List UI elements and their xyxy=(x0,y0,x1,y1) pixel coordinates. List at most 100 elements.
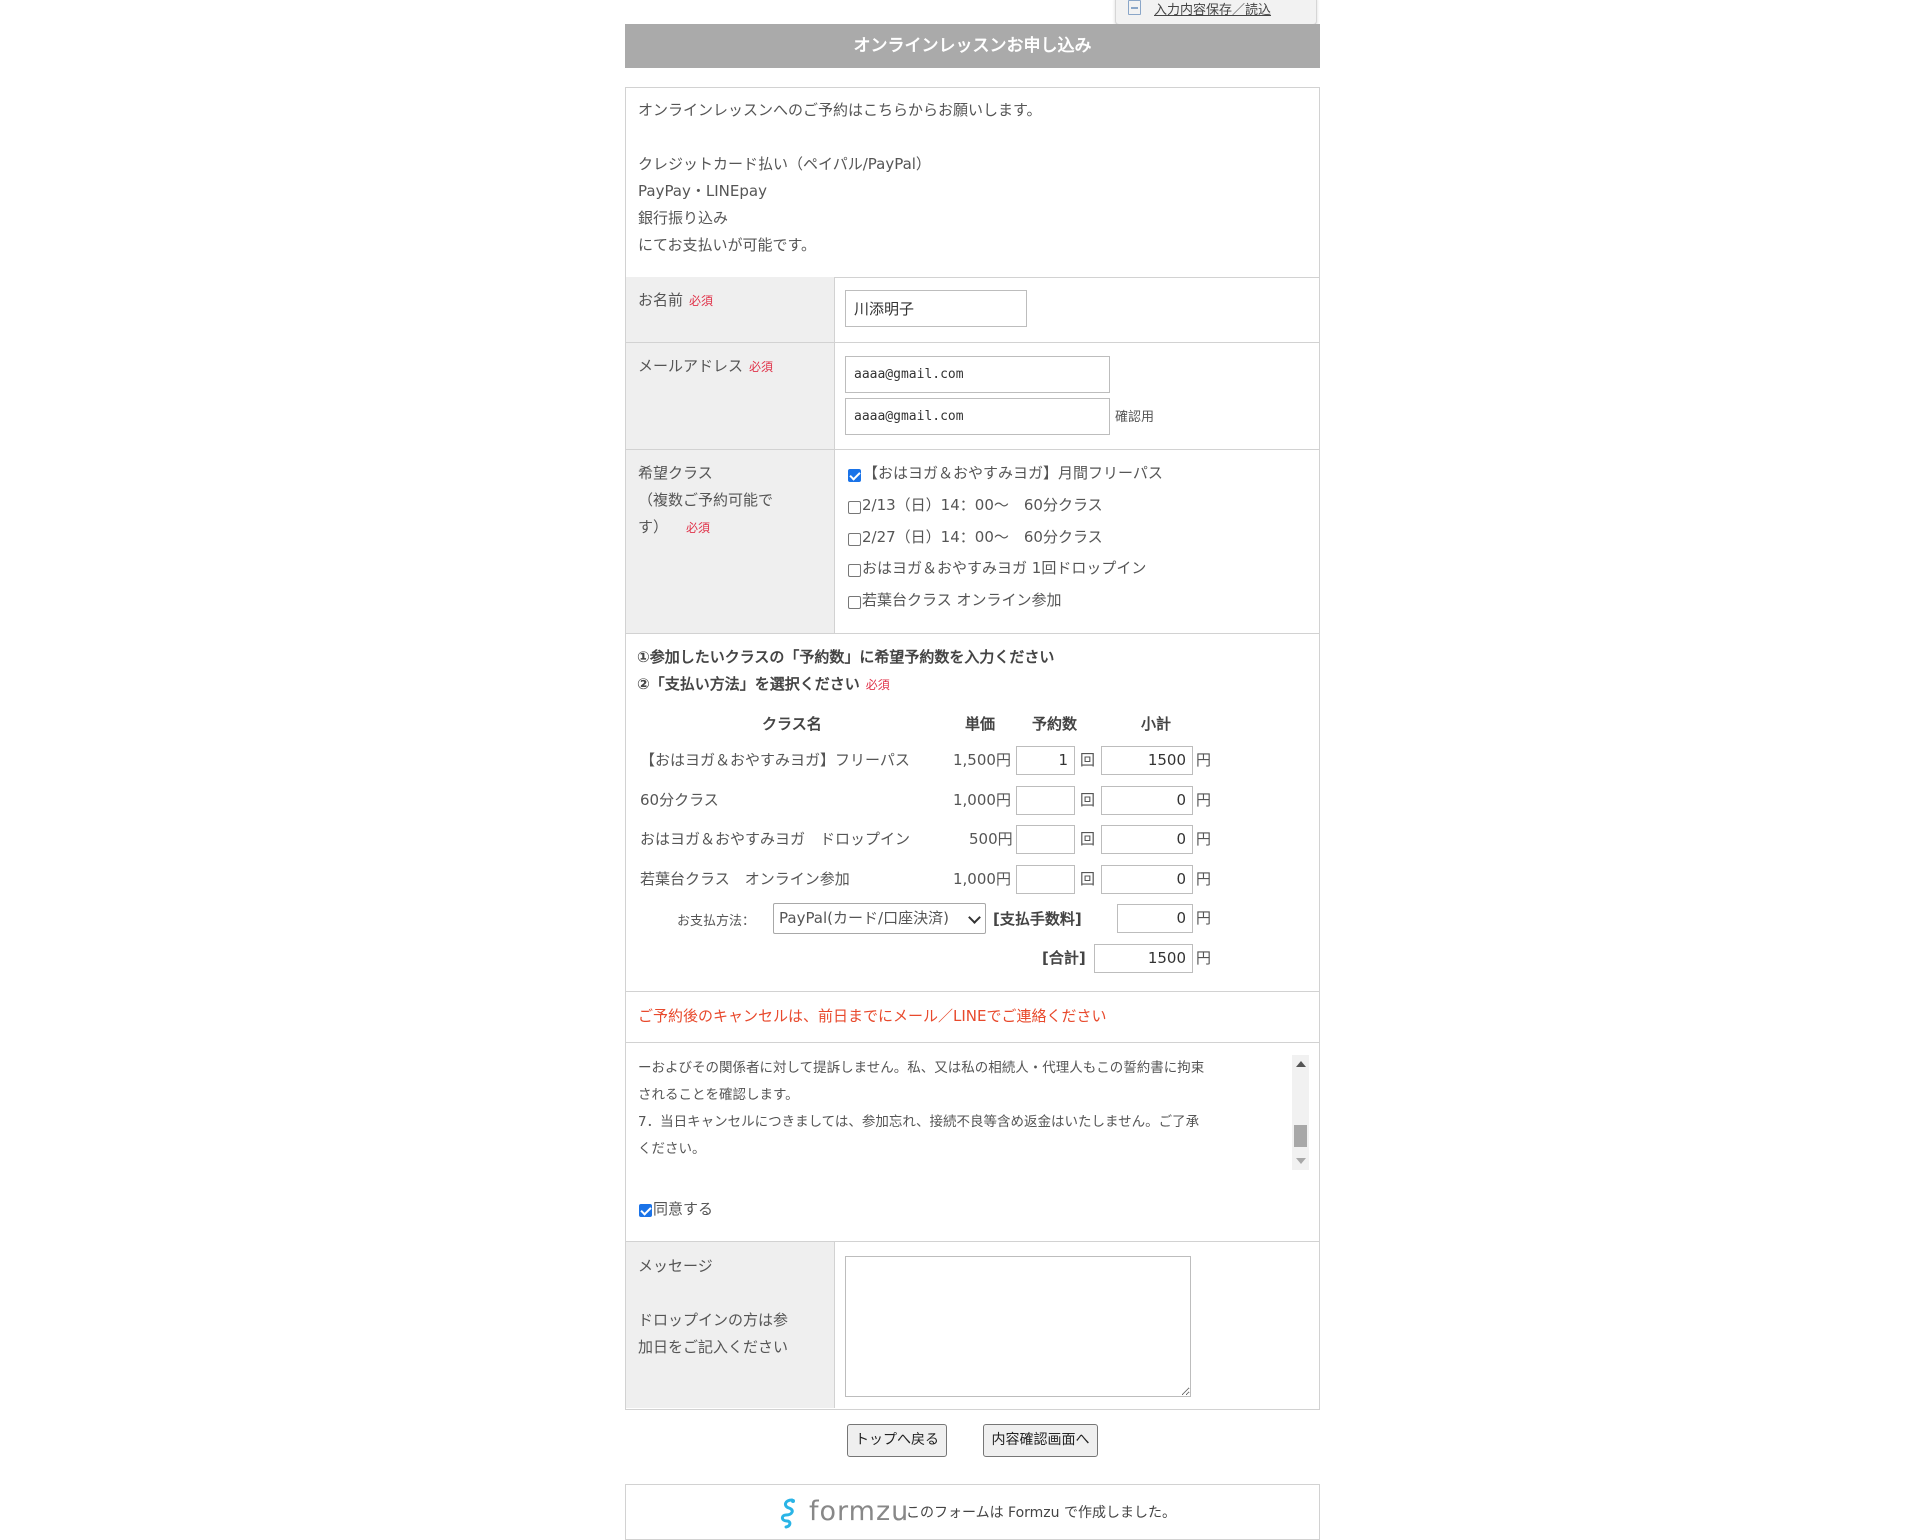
order-row-3-name: おはヨガ＆おやすみヨガ ドロップイン xyxy=(640,830,911,848)
order-row-1-count-unit: 回 xyxy=(1080,751,1096,769)
save-load-link[interactable]: 入力内容保存／読込 xyxy=(1154,0,1271,18)
scroll-up-arrow-icon[interactable] xyxy=(1296,1061,1306,1067)
message-label-cell: メッセージ ドロップインの方は参 加日をご記入ください xyxy=(626,1242,835,1408)
email-confirm-input[interactable] xyxy=(845,398,1110,435)
chevron-down-icon xyxy=(968,911,981,924)
agree-checkbox[interactable] xyxy=(639,1204,652,1217)
footer: formzu このフォームは Formzu で作成しました。 xyxy=(625,1484,1320,1540)
class-option-label-3: 2/27（日）14：00〜 60分クラス xyxy=(862,528,1103,546)
save-load-tab[interactable]: 入力内容保存／読込 xyxy=(1115,0,1317,25)
message-textarea[interactable] xyxy=(845,1256,1191,1397)
scroll-down-arrow-icon[interactable] xyxy=(1296,1158,1306,1164)
email-label-cell: メールアドレス 必須 xyxy=(626,343,835,449)
agree-label: 同意する xyxy=(653,1200,714,1218)
cancel-notice: ご予約後のキャンセルは、前日までにメール／LINEでご連絡ください xyxy=(638,1007,1107,1025)
order-row-3-count-unit: 回 xyxy=(1080,830,1096,848)
formzu-logo-text: formzu xyxy=(809,1496,910,1527)
message-label: メッセージ xyxy=(638,1257,713,1275)
order-row-1-qty-input[interactable]: 1 xyxy=(1016,746,1075,775)
payment-method-select[interactable]: PayPal(カード/口座決済) xyxy=(773,903,986,934)
formzu-logo-icon xyxy=(780,1498,795,1529)
intro-line-6: にてお支払いが可能です。 xyxy=(638,236,817,254)
order-row-3-subtotal: 0 xyxy=(1101,825,1193,854)
fee-value: 0 xyxy=(1117,904,1193,933)
order-row-2-qty-input[interactable] xyxy=(1016,786,1075,815)
order-row-3-price: 500円 xyxy=(969,830,1013,848)
payment-method-label: お支払方法： xyxy=(677,914,756,929)
back-to-top-button[interactable]: トップへ戻る xyxy=(847,1424,947,1457)
order-row-2-count-unit: 回 xyxy=(1080,791,1096,809)
order-row-3-yen-unit: 円 xyxy=(1196,830,1212,848)
order-row-3-qty-input[interactable] xyxy=(1016,825,1075,854)
order-row-1-price: 1,500円 xyxy=(953,751,1011,769)
fee-label: [支払手数料] xyxy=(993,910,1082,928)
class-option-label-1: 【おはヨガ＆おやすみヨガ】月間フリーパス xyxy=(863,464,1163,482)
terms-scrollbar[interactable] xyxy=(1292,1055,1309,1170)
terms-text[interactable]: ーおよびその関係者に対して提訴しません。私、又は私の相続人・代理人もこの誓約書に… xyxy=(638,1055,1278,1163)
col-header-subtotal: 小計 xyxy=(1141,715,1172,733)
col-header-price: 単価 xyxy=(965,715,996,733)
name-input[interactable] xyxy=(845,290,1027,327)
col-header-class: クラス名 xyxy=(762,715,822,733)
order-row-1-name: 【おはヨガ＆おやすみヨガ】フリーパス xyxy=(640,751,910,769)
save-icon xyxy=(1128,0,1141,15)
name-label-cell: お名前 必須 xyxy=(626,277,835,342)
page-wrapper: 入力内容保存／読込 オンラインレッスンお申し込み オンラインレッスンへのご予約は… xyxy=(625,0,1320,1540)
required-badge: 必須 xyxy=(749,360,774,374)
total-yen-unit: 円 xyxy=(1196,949,1212,967)
order-row-1-subtotal: 1500 xyxy=(1101,746,1193,775)
required-badge: 必須 xyxy=(686,521,711,535)
total-value: 1500 xyxy=(1094,944,1193,973)
class-option-label-2: 2/13（日）14：00〜 60分クラス xyxy=(862,496,1103,514)
class-option-checkbox-3[interactable] xyxy=(848,533,861,546)
terms-line-4: ください。 xyxy=(638,1141,706,1157)
email-row: メールアドレス必須 確認用 xyxy=(626,343,1319,450)
scroll-thumb[interactable] xyxy=(1294,1125,1307,1147)
email-input[interactable] xyxy=(845,356,1110,393)
order-row-4-qty-input[interactable] xyxy=(1016,865,1075,894)
intro-line-5: 銀行振り込み xyxy=(638,209,729,227)
class-label-line2: （複数ご予約可能で xyxy=(638,491,774,509)
form-title: オンラインレッスンお申し込み xyxy=(625,24,1320,68)
order-row-4-subtotal: 0 xyxy=(1101,865,1193,894)
order-row-1-yen-unit: 円 xyxy=(1196,751,1212,769)
order-row-4-name: 若葉台クラス オンライン参加 xyxy=(640,870,850,888)
order-row-2-subtotal: 0 xyxy=(1101,786,1193,815)
message-row: メッセージ ドロップインの方は参 加日をご記入ください xyxy=(626,1242,1319,1408)
class-label-line3: す） 必須 xyxy=(638,518,711,536)
class-row: 希望クラス （複数ご予約可能で す） 必須 【おはヨガ＆おやすみヨガ】月間フリーパ… xyxy=(626,450,1319,634)
order-instruction-1: ①参加したいクラスの「予約数」に希望予約数を入力ください xyxy=(637,648,1055,666)
fee-yen-unit: 円 xyxy=(1196,909,1212,927)
total-label: [合計] xyxy=(1042,949,1086,967)
order-row-2-yen-unit: 円 xyxy=(1196,791,1212,809)
order-row-4-price: 1,000円 xyxy=(953,870,1011,888)
required-badge: 必須 xyxy=(689,294,714,308)
order-section: ①参加したいクラスの「予約数」に希望予約数を入力ください ②「支払い方法」を選択… xyxy=(626,634,1319,992)
order-row-4-count-unit: 回 xyxy=(1080,870,1096,888)
class-option-label-5: 若葉台クラス オンライン参加 xyxy=(862,591,1062,609)
confirm-button[interactable]: 内容確認画面へ xyxy=(983,1424,1098,1457)
terms-line-2: されることを確認します。 xyxy=(638,1087,799,1103)
footer-note: このフォームは Formzu で作成しました。 xyxy=(906,1505,1176,1521)
col-header-qty: 予約数 xyxy=(1032,715,1078,733)
order-row-2-price: 1,000円 xyxy=(953,791,1011,809)
class-option-checkbox-1[interactable] xyxy=(848,469,861,482)
payment-method-value: PayPal(カード/口座決済) xyxy=(779,909,949,927)
name-row: お名前 必須 xyxy=(626,277,1319,343)
email-label: メールアドレス 必須 xyxy=(638,357,774,375)
order-instruction-2: ②「支払い方法」を選択ください 必須 xyxy=(637,675,890,693)
order-row-4-yen-unit: 円 xyxy=(1196,870,1212,888)
class-label-line1: 希望クラス xyxy=(638,464,713,482)
message-note-line2: 加日をご記入ください xyxy=(638,1338,789,1356)
name-label: お名前 必須 xyxy=(638,291,714,309)
class-option-checkbox-4[interactable] xyxy=(848,564,861,577)
message-note-line1: ドロップインの方は参 xyxy=(638,1311,789,1329)
email-confirm-note: 確認用 xyxy=(1115,410,1155,425)
form-body: オンラインレッスンへのご予約はこちらからお願いします。 クレジットカード払い（ペ… xyxy=(625,87,1320,1410)
class-option-checkbox-5[interactable] xyxy=(848,596,861,609)
class-option-checkbox-2[interactable] xyxy=(848,501,861,514)
order-row-2-name: 60分クラス xyxy=(640,791,719,809)
terms-line-1: ーおよびその関係者に対して提訴しません。私、又は私の相続人・代理人もこの誓約書に… xyxy=(638,1060,1205,1076)
required-badge: 必須 xyxy=(865,678,890,692)
intro-line-4: PayPay・LINEpay xyxy=(638,182,767,200)
